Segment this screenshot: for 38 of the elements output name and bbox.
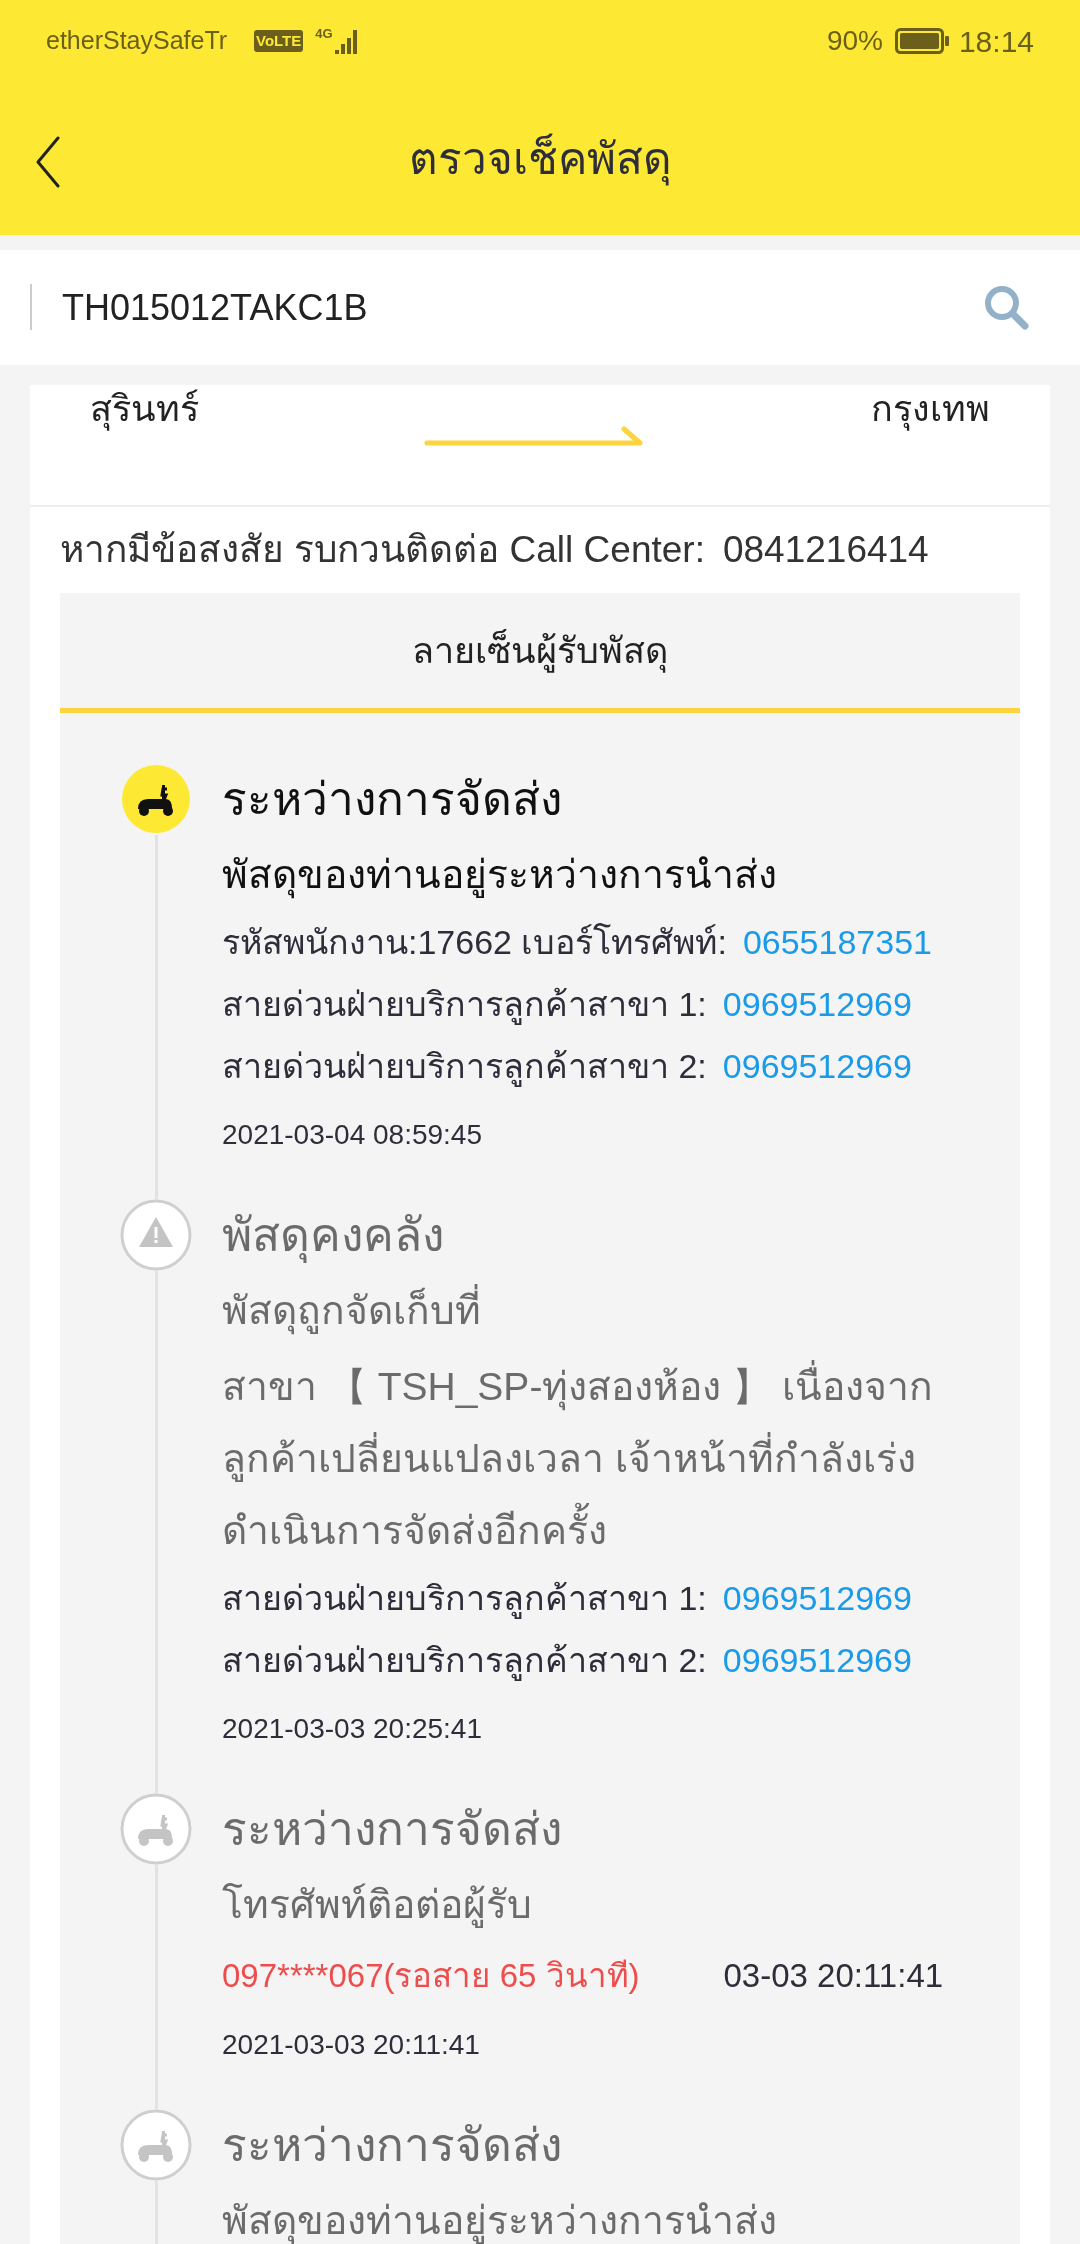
signature-tab[interactable]: ลายเซ็นผู้รับพัสดุ — [60, 593, 1020, 713]
event-title: ระหว่างการจัดส่ง — [222, 2118, 563, 2173]
event-timestamp: 2021-03-04 08:59:45 — [222, 1118, 483, 1152]
phone-link[interactable]: 0969512969 — [722, 1629, 912, 1691]
carrier-name: etherStaySafeTr — [46, 25, 229, 57]
event-timestamp: 2021-03-03 20:11:41 — [222, 2028, 481, 2062]
contact-label: สายด่วนฝ่ายบริการลูกค้าสาขา 1: — [222, 984, 707, 1027]
network-label: 4G — [315, 25, 333, 43]
event-title: ระหว่างการจัดส่ง — [222, 772, 563, 827]
origin-city: สุรินทร์ — [90, 387, 199, 433]
battery-percent: 90% — [826, 24, 883, 58]
contact-label: สายด่วนฝ่ายบริการลูกค้าสาขา 2: — [222, 1046, 707, 1089]
event-timestamp: 2021-03-03 20:25:41 — [222, 1712, 483, 1746]
event-description: พัสดุของท่านอยู่ระหว่างการนำส่ง — [222, 839, 980, 911]
call-center-phone[interactable]: 0841216414 — [722, 522, 929, 578]
tracking-number-field[interactable]: TH015012TAKC1B — [0, 250, 1080, 365]
contact-label: รหัสพนักงาน:17662 เบอร์โทรศัพท์: — [222, 922, 727, 963]
phone-link[interactable]: 0969512969 — [722, 1567, 912, 1629]
battery-icon — [894, 28, 949, 54]
call-record: 097****067(รอสาย 65 วินาที) — [222, 1956, 640, 1996]
event-description: สาขา 【 TSH_SP-ทุ่งสองห้อง 】 เนื่องจากลูกค้าเปลี่ยนแปลงเวลา เจ้าหน้าที่กำลังเร่งดำเนินการจัดส่งอีกครั้ง — [222, 1351, 980, 1567]
event-description: พัสดุของท่านอยู่ระหว่างการนำส่ง — [222, 2198, 778, 2244]
event-title: พัสดุคงคลัง — [222, 1208, 445, 1265]
phone-link[interactable]: 0969512969 — [722, 973, 912, 1035]
page-title: ตรวจเช็คพัสดุ — [408, 125, 672, 192]
contact-label: สายด่วนฝ่ายบริการลูกค้าสาขา 2: — [222, 1640, 707, 1683]
phone-link[interactable]: 0969512969 — [722, 1035, 912, 1097]
contact-label: สายด่วนฝ่ายบริการลูกค้าสาขา 1: — [222, 1578, 707, 1621]
clock-time: 18:14 — [958, 23, 1034, 60]
event-description: โทรศัพท์ติอต่อผู้รับ — [222, 1882, 533, 1930]
back-icon — [36, 136, 60, 188]
call-center-label: หากมีข้อสงสัย รบกวนติดต่อ Call Center: — [60, 528, 705, 573]
phone-link[interactable]: 0655187351 — [742, 911, 932, 973]
call-time: 03-03 20:11:41 — [723, 1956, 944, 1996]
event-title: ระหว่างการจัดส่ง — [222, 1802, 563, 1857]
destination-city: กรุงเทพ — [871, 387, 990, 433]
volte-badge: VoLTE — [254, 30, 304, 52]
event-description: พัสดุถูกจัดเก็บที่ — [222, 1275, 980, 1347]
